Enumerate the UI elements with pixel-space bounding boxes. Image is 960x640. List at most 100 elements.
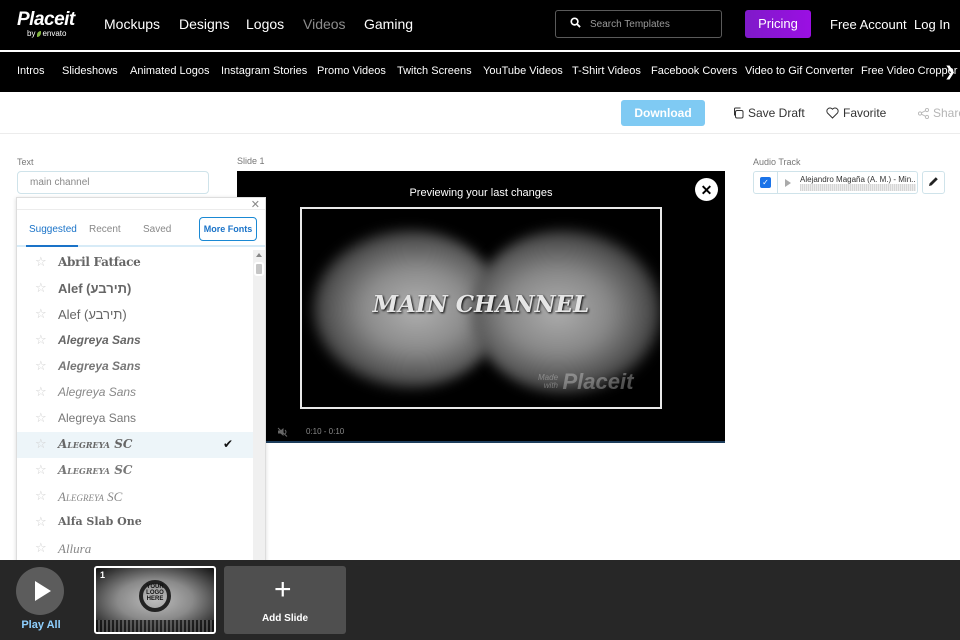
video-preview: Previewing your last changes ✕ MAIN CHAN… — [237, 171, 725, 443]
font-name: Alegreya SC — [58, 437, 133, 451]
star-icon[interactable]: ☆ — [35, 280, 47, 296]
top-navigation: Placeit by envato Mockups Designs Logos V… — [0, 0, 960, 50]
audio-track: ✓ Alejandro Magaña (A. M.) - Min... — [753, 171, 918, 194]
pencil-icon — [929, 177, 938, 186]
category-link[interactable]: Animated Logos — [130, 65, 210, 77]
font-item[interactable]: ☆ Abril Fatface — [17, 250, 253, 276]
category-link[interactable]: Free Video Cropper — [861, 65, 957, 77]
audio-enabled-checkbox[interactable]: ✓ — [760, 177, 771, 188]
logo-envato: envato — [42, 29, 67, 38]
play-audio-icon[interactable] — [785, 179, 791, 187]
login-link[interactable]: Log In — [914, 17, 950, 32]
star-icon[interactable]: ☆ — [35, 462, 47, 478]
audio-waveform — [800, 184, 916, 191]
category-link[interactable]: Facebook Covers — [651, 65, 737, 77]
font-name: Alegreya SC — [58, 463, 133, 477]
edit-audio-button[interactable] — [922, 171, 945, 194]
font-item[interactable]: ☆ Alegreya Sans — [17, 406, 253, 432]
play-all-label[interactable]: Play All — [13, 619, 69, 631]
envato-leaf-icon — [37, 30, 42, 37]
nav-videos[interactable]: Videos — [303, 16, 346, 32]
action-bar: Download Save Draft Favorite Share — [0, 92, 960, 134]
tab-recent[interactable]: Recent — [89, 224, 121, 235]
font-item[interactable]: ☆ Alfa Slab One — [17, 510, 253, 536]
favorite-button[interactable]: Favorite — [826, 106, 886, 120]
slide-number: 1 — [100, 570, 106, 580]
font-item[interactable]: ☆ Alegreya Sans — [17, 328, 253, 354]
nav-gaming[interactable]: Gaming — [364, 16, 413, 32]
scrollbar-thumb[interactable] — [254, 262, 264, 276]
slide-thumbnail[interactable]: 1 YOUR LOGO HERE — [94, 566, 216, 634]
category-link[interactable]: Intros — [17, 65, 45, 77]
slide-label: Slide 1 — [237, 156, 265, 166]
pricing-button[interactable]: Pricing — [745, 10, 811, 38]
font-list-scrollbar[interactable] — [253, 250, 265, 568]
category-link[interactable]: YouTube Videos — [483, 65, 563, 77]
star-icon[interactable]: ☆ — [35, 410, 47, 426]
tab-suggested[interactable]: Suggested — [29, 224, 77, 235]
star-icon[interactable]: ☆ — [35, 384, 47, 400]
star-icon[interactable]: ☆ — [35, 358, 47, 374]
text-input[interactable]: main channel — [17, 171, 209, 194]
tab-saved[interactable]: Saved — [143, 224, 171, 235]
font-item-selected[interactable]: ☆ Alegreya SC ✔ — [17, 432, 253, 458]
category-link[interactable]: Twitch Screens — [397, 65, 472, 77]
mute-icon[interactable] — [277, 427, 289, 437]
play-icon — [35, 581, 51, 601]
font-item[interactable]: ☆ Allura — [17, 536, 253, 562]
star-icon[interactable]: ☆ — [35, 306, 47, 322]
font-picker: ✕ Suggested Recent Saved More Fonts ☆ Abr… — [16, 197, 266, 568]
star-icon[interactable]: ☆ — [35, 436, 47, 452]
close-preview-button[interactable]: ✕ — [695, 178, 718, 201]
nav-logos[interactable]: Logos — [246, 16, 284, 32]
nav-designs[interactable]: Designs — [179, 16, 230, 32]
category-link[interactable]: Slideshows — [62, 65, 118, 77]
download-button[interactable]: Download — [621, 100, 705, 126]
logo-placeholder-text: YOUR LOGO HERE — [146, 584, 164, 602]
watermark-brand: Placeit — [562, 369, 634, 394]
nav-mockups[interactable]: Mockups — [104, 16, 160, 32]
audio-track-label: Audio Track — [753, 157, 801, 167]
font-name: Alegreya SC — [58, 489, 123, 504]
star-icon[interactable]: ☆ — [35, 332, 47, 348]
search-box[interactable] — [555, 10, 722, 38]
video-title-text: MAIN CHANNEL — [372, 291, 590, 318]
category-link[interactable]: Video to Gif Converter — [745, 65, 854, 77]
logo-brand: Placeit — [17, 9, 75, 30]
font-name: Alegreya Sans — [58, 385, 137, 399]
text-label: Text — [17, 157, 34, 167]
font-name: Alegreya Sans — [58, 359, 141, 373]
free-account-link[interactable]: Free Account — [830, 17, 907, 32]
play-all-button[interactable] — [16, 567, 64, 615]
scroll-up-icon[interactable] — [256, 253, 262, 257]
save-draft-button[interactable]: Save Draft — [732, 106, 805, 120]
placeit-logo[interactable]: Placeit by envato — [17, 9, 75, 38]
watermark-made-with: Made with — [538, 374, 558, 390]
category-link[interactable]: T-Shirt Videos — [572, 65, 641, 77]
more-fonts-button[interactable]: More Fonts — [199, 217, 257, 241]
logo-by: by — [27, 29, 36, 38]
star-icon[interactable]: ☆ — [35, 254, 47, 270]
font-item[interactable]: ☆ Alegreya SC — [17, 458, 253, 484]
font-item[interactable]: ☆ Alegreya Sans — [17, 380, 253, 406]
category-link[interactable]: Promo Videos — [317, 65, 386, 77]
video-frame[interactable]: MAIN CHANNEL Made with Placeit — [300, 207, 662, 409]
font-name: Alef (תירבע) — [58, 281, 132, 296]
font-item[interactable]: ☆ Alegreya SC — [17, 484, 253, 510]
share-button[interactable]: Share — [918, 106, 960, 120]
category-link[interactable]: Instagram Stories — [221, 65, 307, 77]
audio-track-name: Alejandro Magaña (A. M.) - Min... — [800, 175, 916, 184]
star-icon[interactable]: ☆ — [35, 488, 47, 504]
star-icon[interactable]: ☆ — [35, 540, 47, 556]
search-input[interactable] — [590, 16, 715, 32]
star-icon[interactable]: ☆ — [35, 514, 47, 530]
font-item[interactable]: ☆ Alef (תירבע) — [17, 276, 253, 302]
chevron-right-icon[interactable]: ❯ — [944, 63, 956, 80]
add-slide-button[interactable]: + Add Slide — [224, 566, 346, 634]
thumbnail-texture — [96, 620, 214, 632]
font-item[interactable]: ☆ Alegreya Sans — [17, 354, 253, 380]
font-item[interactable]: ☆ Alef (תירבע) — [17, 302, 253, 328]
close-icon: ✕ — [700, 181, 713, 198]
watermark-with: with — [543, 381, 559, 390]
save-draft-label: Save Draft — [748, 106, 805, 120]
